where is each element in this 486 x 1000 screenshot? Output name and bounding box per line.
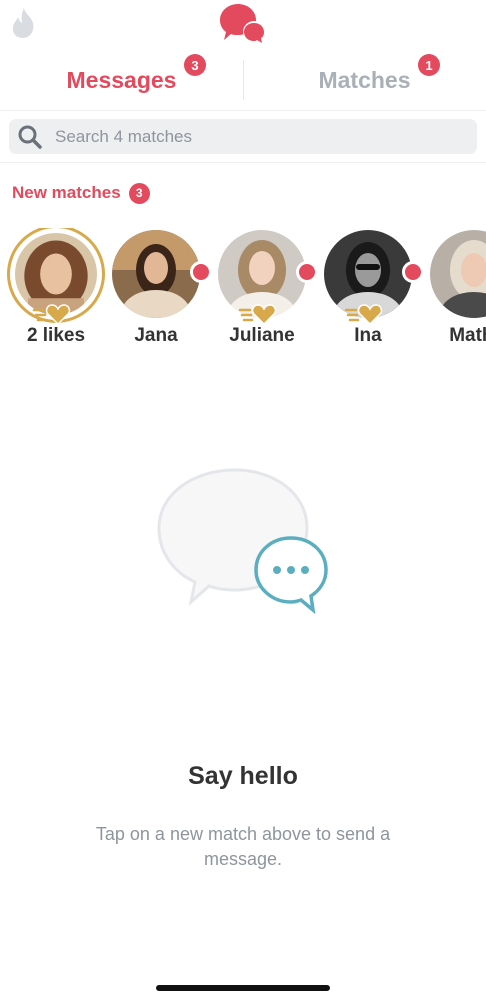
home-indicator[interactable] (156, 985, 330, 991)
search-input[interactable] (55, 126, 455, 147)
matches-count-badge: 1 (418, 54, 440, 76)
tab-matches[interactable]: Matches 1 (243, 52, 486, 108)
tab-messages-label: Messages (66, 66, 177, 93)
match-card-juliane[interactable]: Juliane (212, 228, 318, 352)
match-name: Jana (134, 325, 178, 346)
avatar (112, 230, 200, 318)
likes-card[interactable]: 2 likes (6, 228, 106, 352)
search-bar[interactable] (9, 119, 477, 154)
new-matches-carousel[interactable]: 2 likes Jana Juliane Ina Mat (0, 228, 486, 352)
match-card-mathi[interactable]: Mathi (424, 228, 486, 352)
match-name: Juliane (229, 325, 295, 346)
match-name: Ina (354, 325, 382, 346)
search-divider (0, 162, 486, 163)
new-matches-title: New matches (12, 183, 121, 202)
match-name: Mathi (449, 325, 486, 346)
avatar (430, 230, 486, 318)
empty-state-title: Say hello (188, 762, 298, 790)
empty-state-subtitle: Tap on a new match above to send a messa… (95, 824, 391, 869)
match-card-jana[interactable]: Jana (106, 228, 212, 352)
chat-bubbles-icon[interactable] (218, 2, 268, 44)
search-icon (18, 125, 42, 149)
top-bar (0, 0, 486, 48)
new-matches-count-badge: 3 (128, 182, 150, 204)
tab-bar-divider (0, 110, 486, 111)
tab-messages[interactable]: Messages 3 (0, 52, 243, 108)
flame-icon[interactable] (8, 6, 40, 40)
super-like-heart-icon (32, 304, 71, 326)
unread-dot (190, 261, 212, 283)
super-like-heart-icon (344, 304, 383, 326)
match-card-ina[interactable]: Ina (318, 228, 424, 352)
messages-count-badge: 3 (184, 54, 206, 76)
super-like-heart-icon (238, 304, 277, 326)
tab-bar: Messages 3 Matches 1 (0, 52, 486, 108)
tab-matches-label: Matches (318, 66, 411, 93)
unread-dot (402, 261, 424, 283)
chat-bubbles-illustration (157, 468, 328, 615)
new-matches-header: New matches 3 (12, 181, 150, 205)
unread-dot (296, 261, 318, 283)
